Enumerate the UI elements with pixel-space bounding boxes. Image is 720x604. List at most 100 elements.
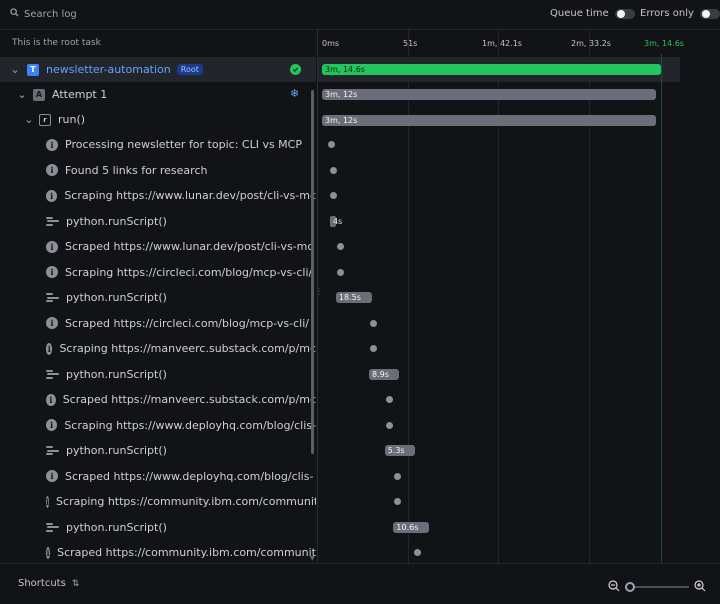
- tree-row-log[interactable]: i Scraped https://www.lunar.dev/post/cli-…: [0, 234, 316, 259]
- toolbar: Search log Queue time Errors only: [0, 0, 720, 30]
- info-icon: i: [46, 317, 58, 329]
- tree-row-label: Found 5 links for research: [65, 163, 208, 177]
- tree-row-attempt[interactable]: ⌄ A Attempt 1 ❄: [0, 82, 316, 107]
- timeline-tick-label: 51s: [403, 39, 418, 48]
- shortcuts-label: Shortcuts: [18, 578, 66, 589]
- tree-row-script[interactable]: python.runScript(): [0, 515, 316, 540]
- event-marker[interactable]: [336, 243, 344, 250]
- info-icon: i: [46, 546, 51, 559]
- tree-row-log[interactable]: i Scraped https://community.ibm.com/commu…: [0, 540, 316, 563]
- root-duration-bar[interactable]: 3m, 14.6s: [322, 64, 661, 75]
- chevron-up-down-icon: ⇅: [71, 578, 80, 589]
- tree-row-log[interactable]: i Found 5 links for research: [0, 158, 316, 183]
- tree-row-label: python.runScript(): [66, 214, 167, 228]
- tree-row-label: Scraped https://circleci.com/blog/mcp-vs…: [65, 316, 309, 330]
- tree-row-log[interactable]: i Processing newsletter for topic: CLI vs…: [0, 132, 316, 157]
- timeline-tick-label: 2m, 33.2s: [571, 39, 611, 48]
- info-icon: i: [46, 393, 56, 406]
- info-icon: i: [46, 164, 58, 176]
- zoom-slider-handle[interactable]: [625, 581, 635, 592]
- success-check-icon: [290, 64, 301, 75]
- script-icon: [46, 445, 59, 456]
- span-duration-label[interactable]: 10.6s: [393, 521, 430, 533]
- span-duration-label[interactable]: 8.9s: [369, 368, 400, 380]
- tree-row-label: python.runScript(): [66, 520, 167, 534]
- info-icon: i: [46, 419, 58, 431]
- tree-row-log[interactable]: i Scraped https://manveerc.substack.com/p…: [0, 387, 316, 412]
- timeline-tick-label: 1m, 42.1s: [482, 39, 522, 48]
- chevron-down-icon[interactable]: ⌄: [10, 63, 20, 76]
- tree-header: This is the root task: [12, 38, 101, 48]
- run-icon: r: [39, 113, 51, 126]
- queue-time-toggle-group[interactable]: Queue time: [550, 8, 635, 19]
- info-icon: i: [46, 189, 58, 202]
- tree-row-script[interactable]: python.runScript(): [0, 209, 316, 234]
- task-icon: T: [27, 63, 39, 76]
- tree-row-label: Scraping https://www.lunar.dev/post/cli-…: [64, 189, 316, 202]
- tree-row-label: python.runScript(): [66, 367, 167, 381]
- tree-row-label: Processing newsletter for topic: CLI vs …: [65, 138, 302, 151]
- zoom-slider[interactable]: [625, 581, 689, 592]
- event-marker[interactable]: [370, 345, 378, 352]
- tree-row-label: Scraping https://manveerc.substack.com/p…: [59, 342, 316, 355]
- root-badge: Root: [176, 64, 203, 75]
- timeline-end-line: [661, 54, 662, 563]
- snowflake-icon: ❄: [290, 87, 300, 100]
- run-duration-bar[interactable]: 3m, 12s: [322, 115, 657, 126]
- search-box[interactable]: Search log: [10, 8, 77, 20]
- queue-time-toggle[interactable]: [614, 8, 635, 19]
- errors-only-toggle-group[interactable]: Errors only: [640, 8, 720, 19]
- tree-row-log[interactable]: i Scraping https://manveerc.substack.com/…: [0, 336, 316, 361]
- tree-row-log[interactable]: i Scraping https://www.deployhq.com/blog/…: [0, 413, 316, 438]
- tree-scrollbar[interactable]: [311, 90, 314, 454]
- attempt-duration-bar[interactable]: 3m, 12s: [322, 89, 657, 100]
- zoom-control[interactable]: [608, 577, 706, 596]
- shortcuts-button[interactable]: Shortcuts ⇅: [18, 578, 79, 589]
- tree-row-label: Scraping https://www.deployhq.com/blog/c…: [64, 418, 316, 432]
- event-marker[interactable]: [385, 396, 393, 403]
- timeline-gridline: [498, 30, 499, 563]
- event-marker[interactable]: [329, 192, 337, 199]
- span-tree: This is the root task ⌄ T newsletter-aut…: [0, 30, 316, 563]
- tree-row-log[interactable]: i Scraped https://circleci.com/blog/mcp-v…: [0, 311, 316, 336]
- tree-row-root[interactable]: ⌄ T newsletter-automation Root: [0, 57, 316, 82]
- info-icon: i: [46, 240, 58, 253]
- timeline-gridline: [589, 30, 590, 563]
- tree-row-log[interactable]: i Scraping https://www.lunar.dev/post/cli…: [0, 183, 316, 208]
- event-marker[interactable]: [413, 549, 421, 556]
- zoom-in-icon[interactable]: [694, 577, 706, 596]
- zoom-out-icon[interactable]: [608, 577, 620, 596]
- info-icon: i: [46, 266, 58, 278]
- errors-only-label: Errors only: [640, 8, 694, 19]
- search-input[interactable]: Search log: [24, 9, 77, 20]
- span-duration-label[interactable]: 4s: [333, 216, 342, 227]
- tree-row-script[interactable]: python.runScript(): [0, 438, 316, 463]
- event-marker[interactable]: [329, 166, 337, 174]
- event-marker[interactable]: [370, 319, 378, 327]
- event-marker[interactable]: [394, 472, 402, 480]
- tree-row-script[interactable]: python.runScript(): [0, 362, 316, 387]
- event-marker[interactable]: [394, 498, 402, 505]
- errors-only-toggle[interactable]: [699, 8, 720, 19]
- search-icon: [10, 8, 19, 20]
- tree-row-script[interactable]: python.runScript(): [0, 285, 316, 310]
- event-marker[interactable]: [385, 421, 393, 429]
- chevron-down-icon[interactable]: ⌄: [24, 113, 34, 126]
- timeline-tick-label: 0ms: [322, 39, 340, 48]
- timeline: 0ms 51s 1m, 42.1s 2m, 33.2s 3m, 14.6s 3m, 14.…: [318, 30, 720, 563]
- tree-row-log[interactable]: i Scraping https://community.ibm.com/comm…: [0, 489, 316, 514]
- script-icon: [46, 292, 59, 303]
- queue-time-label: Queue time: [550, 8, 609, 19]
- chevron-down-icon[interactable]: ⌄: [17, 88, 27, 101]
- tree-row-log[interactable]: i Scraping https://circleci.com/blog/mcp-…: [0, 260, 316, 285]
- tree-row-label: Scraping https://circleci.com/blog/mcp-v…: [65, 265, 313, 279]
- scroll-down-icon[interactable]: ▼: [310, 555, 315, 562]
- attempt-name: Attempt 1: [52, 88, 108, 101]
- span-duration-label[interactable]: 5.3s: [384, 445, 415, 456]
- span-duration-label[interactable]: 18.5s: [335, 292, 372, 303]
- event-marker[interactable]: [336, 268, 344, 276]
- tree-row-log[interactable]: i Scraped https://www.deployhq.com/blog/c…: [0, 464, 316, 489]
- tree-row-label: Scraped https://www.deployhq.com/blog/cl…: [65, 469, 314, 483]
- tree-row-run[interactable]: ⌄ r run(): [0, 107, 316, 132]
- event-marker[interactable]: [328, 141, 336, 148]
